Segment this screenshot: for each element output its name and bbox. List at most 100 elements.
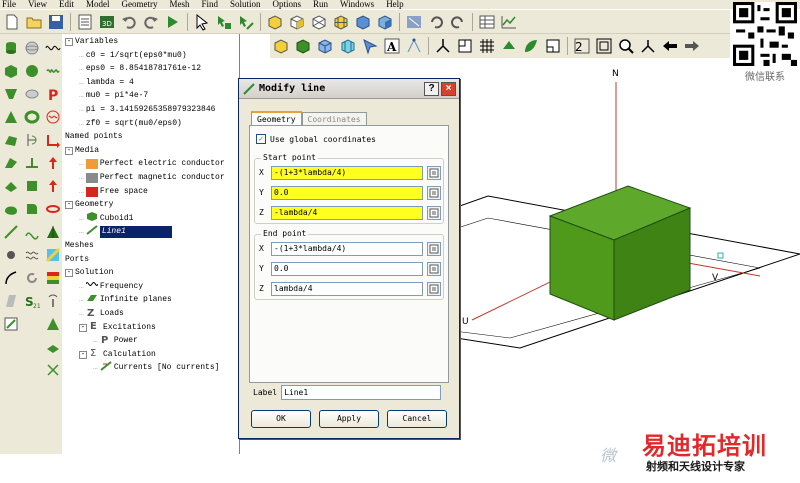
prism-icon[interactable] [1,153,21,173]
undo-icon[interactable] [119,12,139,32]
extrude-icon[interactable] [22,153,42,173]
cube-green-icon[interactable] [294,36,314,56]
tree-item[interactable]: … Currents [No currents] [93,361,219,374]
tree-item[interactable]: … Perfect magnetic conductor [79,172,225,184]
start-y-field[interactable]: 0.0 [271,185,423,200]
new-file-icon[interactable] [2,12,22,32]
grid-icon[interactable] [477,36,497,56]
end-x-expression-button[interactable] [427,241,441,256]
menu-help[interactable]: Help [386,0,404,9]
menu-file[interactable]: File [2,0,16,9]
torus-icon[interactable] [22,107,42,127]
sphere-wire-icon[interactable] [22,38,42,58]
end-z-expression-button[interactable] [427,281,441,296]
mesh-cube-icon[interactable] [338,36,358,56]
tree-expander[interactable]: - [79,350,87,359]
zoom-extents-icon[interactable] [594,36,614,56]
tree-expander[interactable]: - [65,201,73,210]
green-leaf-icon[interactable] [521,36,541,56]
tree-item[interactable]: … Line1 [79,225,172,239]
tree-expander[interactable]: - [65,38,73,46]
label-input[interactable]: Line1 [281,385,442,400]
tree-item[interactable]: … Perfect electric conductor [79,158,225,170]
cancel-button[interactable]: Cancel [387,410,447,428]
rainbow-icon[interactable] [43,268,63,288]
menu-view[interactable]: View [28,0,47,9]
cube-face-icon[interactable] [287,12,307,32]
green-arrow-icon[interactable] [499,36,519,56]
sphere-icon[interactable] [22,61,42,81]
tree-item[interactable]: Meshes [65,240,94,252]
close-button[interactable]: × [441,82,456,96]
probe-icon[interactable] [43,360,63,380]
tree-item[interactable]: … pi = 3.14159265358979323846 [79,104,215,116]
fillet-icon[interactable] [22,199,42,219]
view-axes-icon[interactable] [638,36,658,56]
tree-expander[interactable]: - [65,269,73,278]
tree-item[interactable]: … Infinite planes [79,294,172,306]
tree-item[interactable]: Ports [65,254,89,266]
tree-item[interactable]: … Cuboid1 [79,212,133,225]
sheet-icon[interactable] [1,291,21,311]
green-marker-icon[interactable] [43,314,63,334]
cube-wire-icon[interactable] [309,12,329,32]
list-icon[interactable] [75,12,95,32]
open-folder-icon[interactable] [24,12,44,32]
cube-icon[interactable] [1,61,21,81]
start-z-field[interactable]: -lambda/4 [271,205,423,220]
menu-model[interactable]: Model [86,0,110,9]
rotate-right-icon[interactable] [448,12,468,32]
resize-icon[interactable] [1,314,21,334]
tree-item[interactable]: … eps0 = 8.85418781761e-12 [79,63,201,75]
3d-view-icon[interactable]: 3D [97,12,117,32]
select-edge-icon[interactable] [236,12,256,32]
filter-icon[interactable] [404,12,424,32]
menu-solution[interactable]: Solution [230,0,261,9]
tree-item[interactable]: … Frequency [79,281,143,293]
point-icon[interactable] [1,245,21,265]
rotate-left-icon[interactable] [426,12,446,32]
use-global-coordinates[interactable]: ✓ Use global coordinates [256,134,376,144]
wave-icon[interactable] [43,38,63,58]
tree-item[interactable]: … Z Loads [79,308,124,320]
use-global-checkbox[interactable]: ✓ [256,134,266,144]
cube-blue-icon[interactable] [353,12,373,32]
menu-run[interactable]: Run [313,0,328,9]
arrow-right-icon[interactable] [682,36,702,56]
graph-icon[interactable] [499,12,519,32]
select-pointer-icon[interactable] [192,12,212,32]
run-icon[interactable] [163,12,183,32]
tree-item[interactable]: - Variables [65,36,118,48]
start-z-expression-button[interactable] [427,205,441,220]
menu-options[interactable]: Options [273,0,302,9]
flare-icon[interactable] [1,84,21,104]
tree-item[interactable]: - E Excitations [79,321,156,334]
tree-item[interactable]: Named points [65,131,123,143]
plane-icon[interactable] [455,36,475,56]
wire-icon[interactable] [1,222,21,242]
sweep-icon[interactable] [1,176,21,196]
signal-icon[interactable] [43,107,63,127]
menu-find[interactable]: Find [201,0,218,9]
cube-solid-icon[interactable] [265,12,285,32]
arrow-select-icon[interactable] [360,36,380,56]
cylinder-icon[interactable] [1,38,21,58]
tree-item[interactable]: … mu0 = pi*4e-7 [79,90,148,102]
tree-item[interactable]: … Free space [79,186,148,198]
end-x-field[interactable]: -(1+3*lambda/4) [271,241,423,256]
loft-icon[interactable] [22,176,42,196]
antenna-icon[interactable] [43,291,63,311]
end-y-expression-button[interactable] [427,261,441,276]
apply-button[interactable]: Apply [319,410,379,428]
tree-item[interactable]: … zf0 = sqrt(mu0/eps0) [79,118,182,130]
zoom-fit-icon[interactable]: 2 [572,36,592,56]
frame-icon[interactable] [543,36,563,56]
polygon-icon[interactable] [1,130,21,150]
ellipsoid-icon[interactable] [22,84,42,104]
coil-icon[interactable] [43,61,63,81]
tree-expander[interactable]: - [79,323,87,332]
tree-item[interactable]: - Geometry [65,199,113,211]
tree-item[interactable]: - Solution [65,267,113,279]
line-endpoint-marker[interactable] [717,252,724,259]
curve-icon[interactable] [1,268,21,288]
